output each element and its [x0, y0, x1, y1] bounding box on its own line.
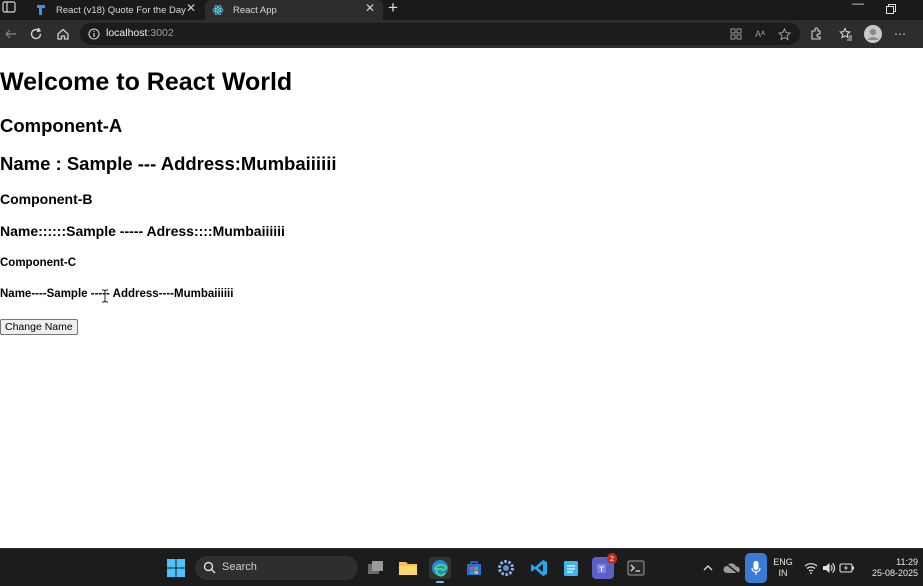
back-icon[interactable] [2, 25, 20, 43]
tab-strip: React (v18) Quote For the Day - E ✕ Reac… [0, 0, 923, 20]
text-cursor-icon [101, 289, 109, 303]
refresh-icon[interactable] [27, 25, 45, 43]
extensions-icon[interactable] [808, 26, 824, 42]
svg-text:T: T [599, 565, 604, 574]
taskbar-search[interactable]: Search [195, 556, 358, 580]
site-info-icon[interactable] [88, 27, 100, 40]
browser-toolbar: localhost:3002 Aᴬ ⋯ [0, 20, 923, 48]
notepad-icon[interactable] [560, 557, 582, 579]
clock-time: 11:29 [896, 557, 918, 567]
search-label: Search [222, 561, 257, 573]
new-tab-icon[interactable]: + [388, 0, 398, 18]
change-name-button[interactable]: Change Name [0, 319, 78, 335]
component-a-details: Name : Sample --- Address:Mumbaiiiiii [0, 153, 337, 174]
page-viewport: Welcome to React World Component-A Name … [0, 48, 923, 548]
tab-title: React (v18) Quote For the Day - E [56, 4, 186, 16]
file-explorer-icon[interactable] [397, 557, 419, 579]
notification-badge: 2 [606, 553, 617, 564]
chevron-up-icon[interactable] [697, 557, 719, 579]
tab-react-quote[interactable]: React (v18) Quote For the Day - E ✕ [30, 0, 204, 20]
profile-avatar-icon[interactable] [864, 25, 882, 43]
task-view-icon[interactable] [365, 557, 387, 579]
battery-icon[interactable] [836, 557, 858, 579]
component-c-title: Component-C [0, 257, 77, 269]
more-options-icon[interactable]: ⋯ [892, 26, 908, 42]
component-c-details: Name----Sample ----- Address----Mumbaiii… [0, 288, 234, 300]
search-icon [203, 561, 217, 575]
active-app-indicator [436, 581, 444, 583]
react-logo-icon [211, 3, 225, 17]
component-b-details: Name::::::Sample ----- Adress::::Mumbaii… [0, 223, 285, 239]
tab-close-icon[interactable]: ✕ [186, 1, 196, 15]
tab-close-icon[interactable]: ✕ [365, 1, 375, 15]
settings-gear-icon[interactable] [495, 557, 517, 579]
windows-start-icon[interactable] [165, 557, 187, 579]
language-indicator[interactable]: ENG IN [772, 557, 794, 579]
address-bar[interactable]: localhost:3002 Aᴬ [80, 23, 800, 45]
tab-actions-icon[interactable] [2, 0, 18, 14]
favorite-star-icon[interactable] [776, 26, 792, 42]
app-available-icon[interactable] [728, 26, 744, 42]
taskbar: Search T 2 ENG IN 11:29 25-08-2025 [0, 548, 923, 586]
language-code: ENG [773, 557, 793, 567]
component-a-title: Component-A [0, 115, 123, 136]
tab-react-app[interactable]: React App ✕ [205, 0, 383, 20]
favorites-icon[interactable] [838, 26, 854, 42]
url-text: localhost:3002 [106, 27, 174, 39]
url-port: :3002 [147, 27, 174, 39]
tab-title: React App [233, 4, 277, 16]
page-title: Welcome to React World [0, 68, 293, 96]
component-b-title: Component-B [0, 191, 93, 207]
clock-date: 25-08-2025 [871, 568, 918, 578]
teams-icon[interactable]: T 2 [592, 553, 617, 579]
microphone-icon[interactable] [745, 553, 767, 583]
terminal-icon[interactable] [625, 557, 647, 579]
minimize-icon[interactable]: — [852, 0, 864, 10]
read-aloud-icon[interactable]: Aᴬ [752, 26, 768, 42]
language-region: IN [778, 568, 788, 578]
url-host: localhost [106, 27, 148, 39]
tab-favicon-icon [34, 3, 48, 17]
onedrive-icon[interactable] [721, 557, 743, 579]
restore-icon[interactable] [886, 1, 896, 14]
edge-browser-icon[interactable] [429, 557, 451, 583]
vs-code-icon[interactable] [528, 557, 550, 579]
clock[interactable]: 11:29 25-08-2025 [862, 557, 918, 579]
home-icon[interactable] [54, 25, 72, 43]
microsoft-store-icon[interactable] [463, 557, 485, 579]
